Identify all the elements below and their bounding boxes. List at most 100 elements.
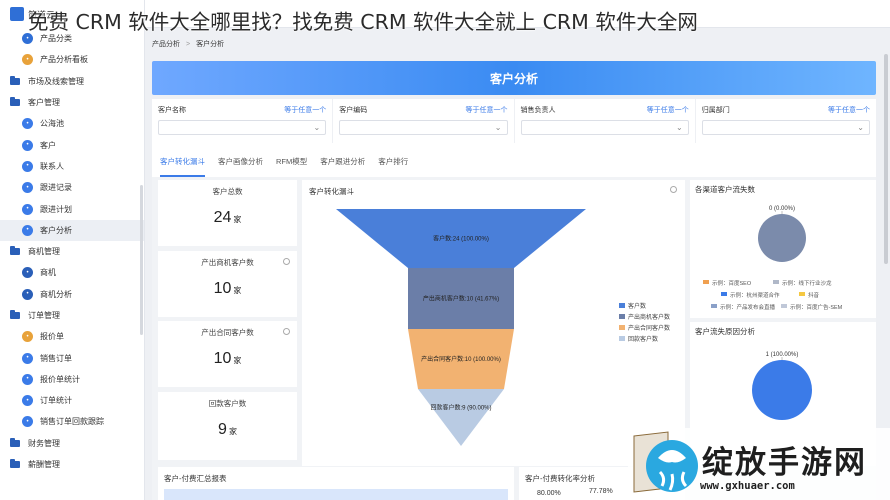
sidebar-item-label: 商机分析 xyxy=(40,289,72,299)
sidebar-group[interactable]: 市场及线索管理 xyxy=(0,71,144,92)
filter-select[interactable]: ⌄ xyxy=(339,120,508,135)
legend-label[interactable]: 客户数 xyxy=(628,302,646,310)
watermark-url: www.gxhuaer.com xyxy=(700,480,795,492)
folder-icon xyxy=(10,310,20,319)
kpi-label: 回款客户数 xyxy=(208,399,247,408)
legend-label[interactable]: 示例：百度SEO xyxy=(712,279,752,287)
kpi-label: 客户总数 xyxy=(212,187,243,196)
filter-label: 归属部门 xyxy=(701,107,730,114)
sidebar-item[interactable]: • 销售订单回款跟踪 xyxy=(0,411,144,432)
table-header xyxy=(164,489,508,500)
tab-customer-portrait[interactable]: 客户画像分析 xyxy=(218,156,263,177)
legend-label[interactable]: 抖音 xyxy=(808,291,820,299)
churn-channel-pie-chart: 各渠道客户流失数 0 (0.00%) 示例：百度SEO 示例：线下行业沙龙示例：杭州渠… xyxy=(695,184,843,311)
sidebar-item[interactable]: • 报价单统计 xyxy=(0,369,144,390)
sidebar-group[interactable]: 客户管理 xyxy=(0,92,144,113)
analysis-tabs: 客户转化漏斗 客户画像分析 RFM模型 客户跟进分析 客户排行 xyxy=(152,143,876,177)
info-icon[interactable] xyxy=(283,258,290,265)
sidebar-item[interactable]: • 跟进计划 xyxy=(0,198,144,219)
kpi-label: 产出合同客户数 xyxy=(201,328,254,337)
kpi-value: 9家 xyxy=(218,421,237,438)
sidebar-item-label: 商机管理 xyxy=(28,247,60,257)
legend-label[interactable]: 示例：百度广告-SEM xyxy=(790,303,843,311)
followup-record-icon: • xyxy=(22,182,33,194)
pie-slice[interactable] xyxy=(752,360,812,420)
folder-icon xyxy=(10,97,20,107)
contact-icon: • xyxy=(22,160,33,172)
sidebar-group[interactable]: 订单管理 xyxy=(0,305,144,326)
sidebar-item[interactable]: • 商机分析 xyxy=(0,284,144,305)
legend-swatch xyxy=(721,292,727,296)
filter-operator-link[interactable]: 等于任意一个 xyxy=(647,105,689,115)
legend-swatch xyxy=(773,280,779,284)
sidebar-item[interactable]: • 销售订单 xyxy=(0,347,144,368)
sales-order-icon: • xyxy=(22,352,33,364)
filter-sales-owner: 销售负责人 等于任意一个 ⌄ xyxy=(513,99,695,143)
filter-select[interactable]: ⌄ xyxy=(520,120,689,135)
sidebar-item[interactable]: • 跟进记录 xyxy=(0,177,144,198)
sidebar-item-label: 联系人 xyxy=(40,161,64,171)
conversion-value: 80.00% xyxy=(537,490,561,497)
filter-label: 客户名称 xyxy=(158,107,186,114)
page-scrollbar[interactable] xyxy=(884,54,888,264)
sidebar-item-label: 市场及线索管理 xyxy=(28,76,84,86)
legend-label[interactable]: 回款客户数 xyxy=(628,335,658,343)
sidebar-item[interactable]: • 订单统计 xyxy=(0,390,144,411)
legend-label[interactable]: 示例：产品发布会直播 xyxy=(720,303,776,311)
sidebar-item[interactable]: • 客户 xyxy=(0,134,144,155)
filter-select[interactable]: ⌄ xyxy=(701,120,870,135)
opportunity-analysis-icon: • xyxy=(22,288,33,300)
legend-label[interactable]: 示例：线下行业沙龙 xyxy=(782,279,832,287)
tab-conversion-funnel[interactable]: 客户转化漏斗 xyxy=(160,156,205,177)
chevron-down-icon: ⌄ xyxy=(494,123,502,132)
sidebar-item-label: 客户 xyxy=(40,140,56,150)
sidebar-item-label: 客户分析 xyxy=(40,225,72,235)
sidebar-item-label: 销售订单 xyxy=(40,353,72,363)
legend-label[interactable]: 产出合同客户数 xyxy=(628,324,670,332)
sidebar-item[interactable]: • 商机 xyxy=(0,262,144,283)
product-dashboard-icon: • xyxy=(22,54,33,66)
customer-icon: • xyxy=(22,139,33,151)
sidebar-item[interactable]: • 联系人 xyxy=(0,156,144,177)
sidebar-item-label: 报价单 xyxy=(40,332,64,342)
sidebar-item-label: 财务管理 xyxy=(28,438,60,448)
chevron-down-icon: ⌄ xyxy=(857,123,864,132)
page-title: 客户分析 xyxy=(152,61,876,95)
sidebar-item[interactable]: • 客户分析 xyxy=(0,219,144,241)
sidebar-item-label: 薪酬管理 xyxy=(28,460,60,470)
sidebar-item[interactable]: • 报价单 xyxy=(0,326,144,347)
legend-swatch xyxy=(781,304,787,308)
tab-followup-analysis[interactable]: 客户跟进分析 xyxy=(320,156,365,177)
filter-select[interactable]: ⌄ xyxy=(158,120,327,135)
pie-slice[interactable] xyxy=(758,214,806,262)
sidebar-item-label: 商机 xyxy=(40,268,56,278)
sidebar-scrollbar[interactable] xyxy=(140,185,143,335)
funnel-stage-label: 产出商机客户数:10 (41.67%) xyxy=(423,295,499,303)
folder-icon xyxy=(10,75,20,85)
tab-rfm-model[interactable]: RFM模型 xyxy=(276,156,307,177)
sidebar-group[interactable]: 商机管理 xyxy=(0,241,144,262)
tab-customer-ranking[interactable]: 客户排行 xyxy=(378,156,408,177)
filter-operator-link[interactable]: 等于任意一个 xyxy=(828,105,870,115)
filter-department: 归属部门 等于任意一个 ⌄ xyxy=(694,99,876,143)
legend-label[interactable]: 示例：杭州渠道合作 xyxy=(730,291,780,299)
filter-operator-link[interactable]: 等于任意一个 xyxy=(466,105,508,115)
breadcrumb-item[interactable]: 客户分析 xyxy=(196,39,224,49)
filter-operator-link[interactable]: 等于任意一个 xyxy=(284,105,326,115)
sidebar-item[interactable]: • 公海池 xyxy=(0,113,144,134)
sidebar-group[interactable]: 薪酬管理 xyxy=(0,454,144,475)
customer-analysis-icon: • xyxy=(22,224,33,236)
funnel-stage[interactable] xyxy=(418,389,504,446)
chevron-down-icon: ⌄ xyxy=(676,123,683,132)
legend-label[interactable]: 产出商机客户数 xyxy=(628,313,670,321)
kpi-value: 10 家 xyxy=(213,350,242,367)
legend-swatch xyxy=(711,304,717,308)
sidebar-item-label: 跟进记录 xyxy=(40,183,72,193)
sidebar-item[interactable]: • 产品分析看板 xyxy=(0,49,144,70)
info-icon[interactable] xyxy=(283,328,290,335)
breadcrumb-item[interactable]: 产品分析 xyxy=(152,39,180,49)
sidebar-item-label: 客户管理 xyxy=(28,98,60,108)
sidebar-group[interactable]: 财务管理 xyxy=(0,433,144,454)
app-logo xyxy=(10,7,24,21)
funnel-stage-label: 产出合同客户数:10 (100.00%) xyxy=(421,355,501,363)
